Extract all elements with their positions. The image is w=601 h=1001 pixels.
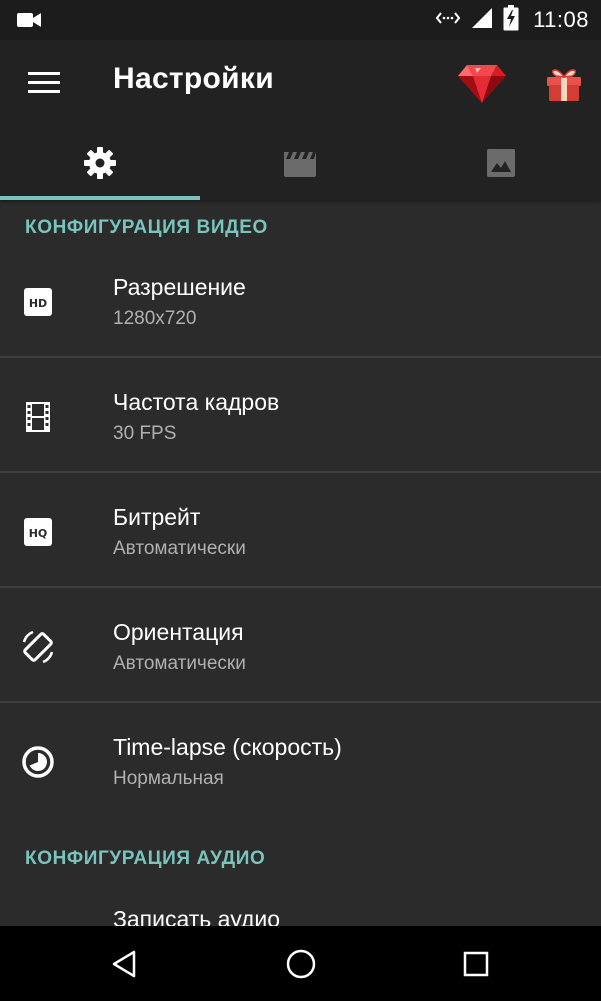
- section-header-audio: КОНФИГУРАЦИЯ АУДИО: [25, 848, 266, 869]
- menu-button[interactable]: [14, 54, 74, 110]
- setting-title: Частота кадров: [113, 389, 280, 415]
- tab-bar: [0, 126, 601, 200]
- image-icon: [486, 149, 515, 177]
- film-strip-icon: [18, 397, 58, 437]
- svg-text:HQ: HQ: [29, 527, 48, 540]
- setting-title: Разрешение: [113, 274, 246, 300]
- setting-orientation[interactable]: Ориентация Автоматически: [0, 589, 601, 703]
- setting-value: Нормальная: [113, 768, 224, 789]
- setting-title: Записать аудио: [113, 906, 281, 926]
- setting-timelapse[interactable]: Time-lapse (скорость) Нормальная: [0, 704, 601, 818]
- status-icons: 11:08: [435, 4, 589, 36]
- setting-value: Автоматически: [113, 653, 246, 674]
- back-button[interactable]: [90, 936, 160, 992]
- setting-value: 30 FPS: [113, 423, 177, 444]
- tab-general-settings[interactable]: [0, 126, 200, 200]
- status-time: 11:08: [533, 7, 589, 32]
- divider: [0, 471, 601, 473]
- home-icon: [286, 949, 316, 979]
- setting-resolution[interactable]: HD Разрешение 1280x720: [0, 244, 601, 358]
- gear-icon: [84, 147, 116, 179]
- recents-icon: [463, 951, 489, 977]
- app-bar: Настройки: [0, 40, 601, 126]
- gift-icon: [547, 69, 581, 101]
- setting-title: Ориентация: [113, 619, 244, 645]
- setting-frame-rate[interactable]: Частота кадров 30 FPS: [0, 359, 601, 473]
- data-transfer-icon: [435, 7, 461, 34]
- settings-screen: 11:08 Настройки КОНФИГУРАЦИЯ ВИДЕО HD Ра…: [0, 0, 601, 1001]
- back-icon: [112, 950, 136, 978]
- ruby-gem-icon: [458, 65, 506, 103]
- tab-video[interactable]: [200, 126, 400, 200]
- svg-text:HD: HD: [29, 297, 47, 310]
- tab-photo[interactable]: [400, 126, 601, 200]
- premium-button[interactable]: [452, 56, 512, 110]
- status-bar: 11:08: [0, 0, 601, 40]
- signal-icon: [471, 7, 493, 34]
- divider: [0, 356, 601, 358]
- screen-rotation-icon: [18, 627, 58, 667]
- recents-button[interactable]: [441, 936, 511, 992]
- settings-list: КОНФИГУРАЦИЯ ВИДЕО HD Разрешение 1280x72…: [0, 200, 601, 926]
- setting-value: 1280x720: [113, 308, 197, 329]
- setting-bitrate[interactable]: HQ Битрейт Автоматически: [0, 474, 601, 588]
- timelapse-icon: [18, 742, 58, 782]
- hq-icon: HQ: [18, 512, 58, 552]
- page-title: Настройки: [113, 62, 274, 95]
- menu-icon: [28, 72, 60, 93]
- movie-clapper-icon: [284, 152, 316, 177]
- divider: [0, 701, 601, 703]
- battery-charging-icon: [503, 4, 519, 36]
- setting-record-audio[interactable]: Записать аудио: [0, 876, 601, 926]
- divider: [0, 586, 601, 588]
- setting-title: Битрейт: [113, 504, 201, 530]
- setting-title: Time-lapse (скорость): [113, 734, 342, 760]
- gift-button[interactable]: [536, 56, 592, 110]
- video-camera-icon: [16, 10, 42, 30]
- section-header-video: КОНФИГУРАЦИЯ ВИДЕО: [25, 217, 268, 238]
- navigation-bar: [0, 926, 601, 1001]
- home-button[interactable]: [266, 936, 336, 992]
- hd-icon: HD: [18, 282, 58, 322]
- setting-value: Автоматически: [113, 538, 246, 559]
